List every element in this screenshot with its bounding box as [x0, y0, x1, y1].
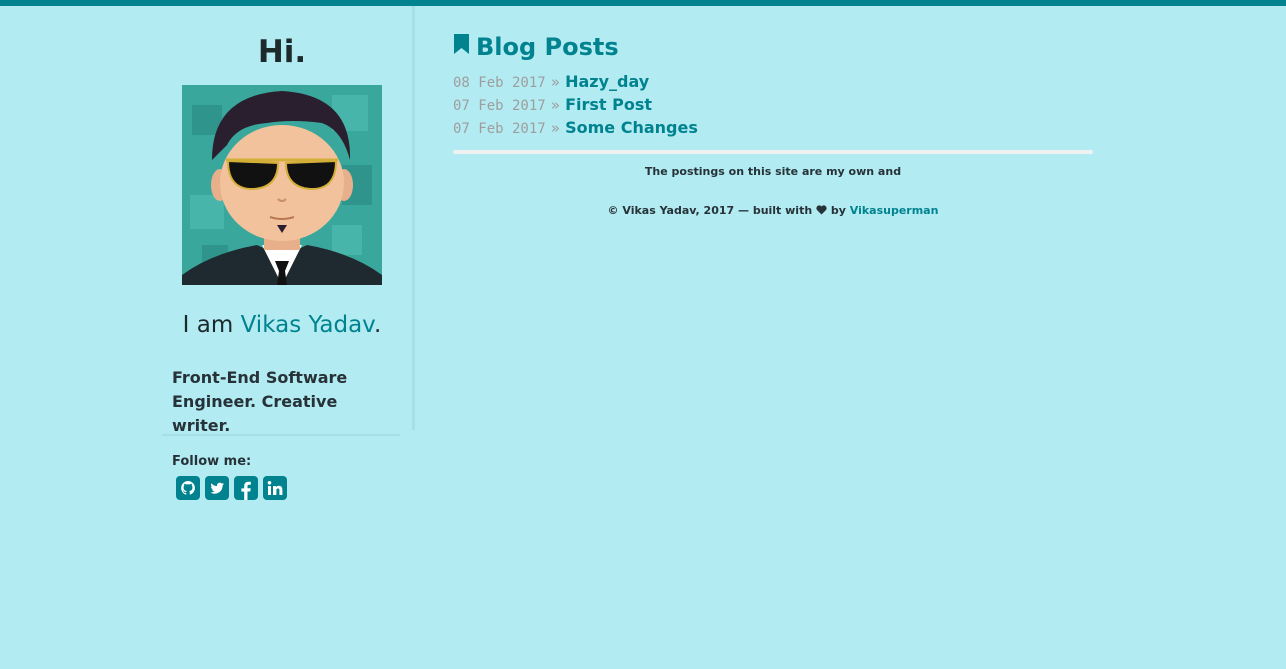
post-separator: » — [550, 119, 560, 137]
author-name-link[interactable]: Vikas Yadav — [241, 312, 374, 338]
author-bio: Front-End Software Engineer. Creative wr… — [172, 368, 348, 435]
bookmark-icon — [453, 33, 470, 61]
intro-suffix: . — [374, 312, 382, 338]
intro-line: I am Vikas Yadav. — [162, 312, 402, 338]
avatar-image — [182, 85, 382, 285]
list-item: 07 Feb 2017 » First Post — [453, 93, 1093, 116]
post-date: 07 Feb 2017 — [453, 121, 546, 137]
post-separator: » — [550, 96, 560, 114]
social-links — [176, 475, 287, 501]
footer-copyright: © Vikas Yadav, 2017 — built with — [607, 204, 813, 217]
sidebar-divider — [162, 434, 400, 436]
disclaimer-text: The postings on this site are my own and — [644, 165, 902, 178]
post-link[interactable]: Some Changes — [565, 118, 698, 137]
post-date: 08 Feb 2017 — [453, 75, 546, 91]
blog-posts-heading: Blog Posts — [453, 30, 1093, 64]
post-link[interactable]: Hazy_day — [565, 72, 649, 91]
intro-prefix: I am — [182, 312, 241, 338]
greeting-heading: Hi. — [257, 34, 307, 70]
sidebar: Hi. I am Vikas Yadav. Front-End Software… — [162, 6, 415, 435]
twitter-icon[interactable] — [205, 475, 229, 501]
main-content: Blog Posts 08 Feb 2017 » Hazy_day 07 Feb… — [453, 30, 1093, 217]
follow-label: Follow me: — [172, 454, 252, 469]
post-date: 07 Feb 2017 — [453, 98, 546, 114]
footer: © Vikas Yadav, 2017 — built with by Vika… — [453, 204, 1093, 217]
facebook-icon[interactable] — [234, 475, 258, 501]
linkedin-icon[interactable] — [263, 475, 287, 501]
avatar-icon — [182, 85, 382, 285]
post-separator: » — [550, 73, 560, 91]
post-link[interactable]: First Post — [565, 95, 652, 114]
github-icon[interactable] — [176, 475, 200, 501]
footer-by: by — [830, 204, 846, 217]
list-item: 08 Feb 2017 » Hazy_day — [453, 70, 1093, 93]
content-divider — [453, 150, 1093, 154]
post-list: 08 Feb 2017 » Hazy_day 07 Feb 2017 » Fir… — [453, 70, 1093, 139]
footer-author-link[interactable]: Vikasuperman — [850, 204, 939, 217]
heart-icon — [816, 204, 831, 217]
blog-posts-title: Blog Posts — [476, 33, 619, 61]
list-item: 07 Feb 2017 » Some Changes — [453, 116, 1093, 139]
